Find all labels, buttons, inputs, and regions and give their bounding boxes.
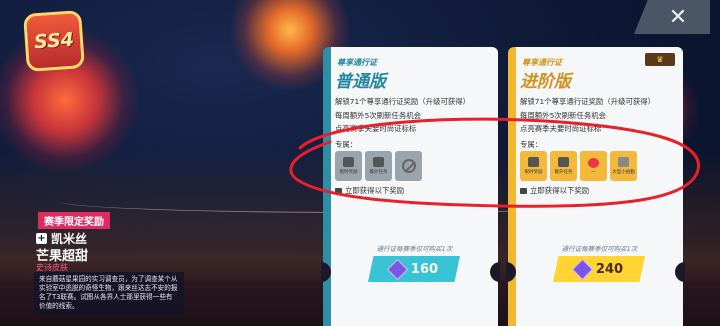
price: 240 [595,261,624,277]
benefit-list: 解锁71个尊享通行证奖励（升级可获得） 每周额外5次刷新任务机会 点亮赛季夫要时… [520,95,655,136]
reward-slot[interactable]: 额外任务 [365,151,392,181]
skin-lore: 来自蘑菇星果园的实习调查员，为了调查某个从实验室中逃脱的奇怪生物，跟来丝达志不安… [34,272,184,314]
season-badge-text: SS4 [33,28,75,54]
clipboard-icon [558,157,569,167]
reward-label: 限时奖励 [524,170,543,175]
purchase-limit: 通行证每赛季仅可购买1次 [561,245,638,253]
reward-label: 限时奖励 [339,170,358,175]
vehicle-icon [618,157,629,167]
instant-rewards-label: 立即获得以下奖励 [335,185,404,196]
buy-advanced-button[interactable]: 240 [553,256,645,282]
card-body: ♛ 尊享通行证 进阶版 解锁71个尊享通行证奖励（升级可获得） 每周额外5次刷新… [516,47,683,326]
emblem-icon [588,157,599,168]
benefit-item: 点亮赛季夫要时尚证标标 [335,124,417,133]
plus-icon: + [36,233,47,244]
exclusive-rewards: 限时奖励 额外任务 — 大型小伯勤 [520,151,637,181]
reward-label: — [591,169,596,175]
close-button[interactable]: ✕ [634,0,710,34]
reward-slot[interactable]: — [580,151,607,181]
reward-slot[interactable]: 大型小伯勤 [610,151,637,181]
card-title: 进阶版 [520,72,571,92]
close-icon: ✕ [668,4,688,30]
buy-normal-button[interactable]: 160 [368,256,460,282]
clipboard-icon [373,157,384,167]
reward-slot[interactable]: 限时奖励 [520,151,547,181]
season-badge: SS4 [23,10,85,72]
instant-rewards-label: 立即获得以下奖励 [520,185,589,196]
ticket-notch [321,262,331,282]
prohibited-icon [401,159,416,173]
ticket-notch [506,262,516,282]
reward-slot-locked [395,151,422,181]
gift-icon [520,187,527,194]
gift-icon [343,157,354,167]
benefit-item: 每周额外5次刷新任务机会 [520,110,607,120]
benefit-item: 点亮赛季夫要时尚证标标 [520,124,602,133]
price: 160 [410,261,439,277]
exclusive-rewards: 限时奖励 额外任务 [335,151,422,181]
purchase-limit: 通行证每赛季仅可购买1次 [376,245,453,253]
card-title: 普通版 [335,72,386,92]
benefit-item: 解锁71个尊享通行证奖励（升级可获得） [520,97,656,106]
benefit-list: 解锁71个尊享通行证奖励（升级可获得） 每周额外5次刷新任务机会 点亮赛季夫要时… [335,95,470,136]
exclusive-label: 专属： [520,140,543,149]
gem-icon [386,258,409,280]
gem-icon [571,258,594,280]
reward-slot[interactable]: 额外任务 [550,151,577,181]
benefit-item: 每周额外5次刷新任务机会 [335,110,422,120]
reward-slot[interactable]: 限时奖励 [335,151,362,181]
season-reward-label: 赛季限定奖励 [38,212,110,229]
crown-icon: ♛ [645,53,675,66]
reward-label: 大型小伯勤 [612,170,635,175]
pass-card-normal[interactable]: 尊享通行证 普通版 解锁71个尊享通行证奖励（升级可获得） 每周额外5次刷新任务… [321,47,500,326]
gift-icon [528,157,539,167]
card-body: 尊享通行证 普通版 解锁71个尊享通行证奖励（升级可获得） 每周额外5次刷新任务… [331,47,498,326]
gift-icon [335,187,342,194]
reward-label: 额外任务 [369,170,388,175]
reward-label: 额外任务 [554,170,573,175]
pass-card-advanced[interactable]: ♛ 尊享通行证 进阶版 解锁71个尊享通行证奖励（升级可获得） 每周额外5次刷新… [506,47,685,326]
benefit-item: 解锁71个尊享通行证奖励（升级可获得） [335,97,471,106]
exclusive-label: 专属： [335,140,358,149]
